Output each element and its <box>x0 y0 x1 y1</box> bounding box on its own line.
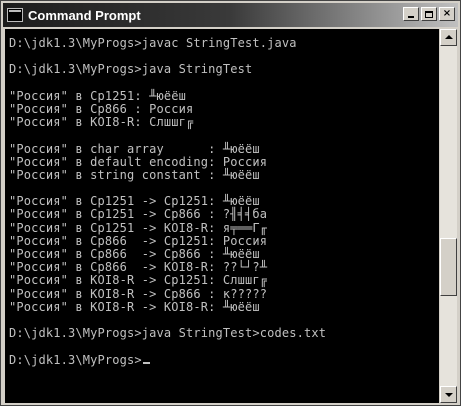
prompt-text: D:\jdk1.3\MyProgs> <box>9 352 142 367</box>
console-prompt-line: D:\jdk1.3\MyProgs> <box>9 352 326 367</box>
close-button[interactable]: × <box>439 7 455 21</box>
console-line: D:\jdk1.3\MyProgs>java StringTest <box>9 62 253 77</box>
arrow-down-icon <box>445 393 453 397</box>
window-controls: × <box>401 7 455 21</box>
console-line: "Россия" в Cp1251 -> KOI8-R: я╤══Г╓ <box>9 220 268 235</box>
command-prompt-window: Command Prompt × D:\jdk1.3\MyProgs>javac… <box>0 0 461 406</box>
maximize-icon <box>425 10 433 18</box>
scroll-thumb[interactable] <box>440 238 457 296</box>
window-title: Command Prompt <box>28 7 141 23</box>
text-cursor <box>142 361 150 364</box>
scroll-up-button[interactable] <box>440 29 457 46</box>
console-line: "Россия" в Cp1251: ╨юёёш <box>9 88 186 103</box>
console-output[interactable]: D:\jdk1.3\MyProgs>javac StringTest.java … <box>5 29 439 403</box>
scroll-down-button[interactable] <box>440 386 457 403</box>
arrow-up-icon <box>445 35 453 39</box>
maximize-button[interactable] <box>421 7 437 21</box>
command-prompt-icon[interactable] <box>7 8 23 22</box>
console-line: "Россия" в default encoding: Россия <box>9 154 268 169</box>
console-lines: D:\jdk1.3\MyProgs>javac StringTest.java … <box>9 36 327 367</box>
title-bar[interactable]: Command Prompt × <box>3 3 458 27</box>
vertical-scrollbar[interactable] <box>440 29 457 403</box>
console-line: "Россия" в KOI8-R -> Cp866 : к????? <box>9 286 268 301</box>
console-line: "Россия" в KOI8-R -> Cp1251: Слшшг╔ <box>9 273 268 288</box>
minimize-icon <box>408 16 414 18</box>
console-line: D:\jdk1.3\MyProgs>javac StringTest.java <box>9 36 297 50</box>
minimize-button[interactable] <box>403 7 419 21</box>
console-line: "Россия" в string constant : ╨юёёш <box>9 167 260 182</box>
console-line: "Россия" в KOI8-R -> KOI8-R: ╨юёёш <box>9 299 260 314</box>
console-line: "Россия" в KOI8-R: Слшшг╔ <box>9 115 194 130</box>
console-line: "Россия" в Cp1251 -> Cp866 : ?╢╡╡ба <box>9 207 268 222</box>
console-line: "Россия" в char array : ╨юёёш <box>9 141 260 156</box>
close-icon: × <box>442 8 452 19</box>
console-line: D:\jdk1.3\MyProgs>java StringTest>codes.… <box>9 326 327 341</box>
